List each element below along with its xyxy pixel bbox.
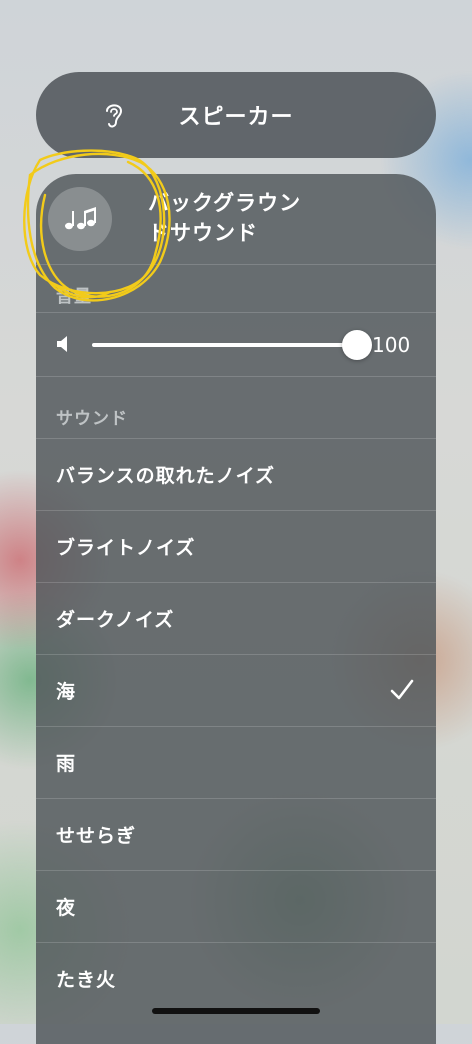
sound-option-rain[interactable]: 雨 [36, 726, 436, 798]
volume-slider-thumb[interactable] [342, 330, 372, 360]
volume-value: 100 [372, 333, 411, 357]
sound-option-label: 雨 [56, 753, 77, 775]
speaker-title: スピーカー [178, 105, 294, 130]
background-sounds-title: バックグラウン ドサウンド [148, 188, 348, 248]
volume-slider-track[interactable] [92, 343, 358, 347]
sound-option-label: バランスの取れたノイズ [56, 465, 276, 487]
sound-option-bright-noise[interactable]: ブライトノイズ [36, 510, 436, 582]
sound-option-label: ブライトノイズ [56, 537, 196, 559]
background-sounds-toggle[interactable] [48, 187, 112, 251]
sound-option-label: せせらぎ [56, 825, 137, 847]
sound-option-night[interactable]: 夜 [36, 870, 436, 942]
title-line-2: ドサウンド [148, 221, 258, 245]
volume-slider-row: 100 [36, 312, 436, 376]
checkmark-icon [390, 679, 414, 700]
speaker-output-card[interactable]: スピーカー [36, 72, 436, 158]
title-line-1: バックグラウン [148, 191, 302, 215]
ear-icon [106, 104, 123, 128]
divider [36, 376, 436, 377]
music-notes-icon [65, 207, 96, 230]
speaker-icon [57, 336, 67, 352]
divider [36, 264, 436, 265]
sound-option-dark-noise[interactable]: ダークノイズ [36, 582, 436, 654]
sound-option-label: たき火 [56, 969, 117, 991]
sound-option-label: 海 [56, 681, 77, 703]
volume-label: 音量 [56, 287, 92, 307]
sound-option-stream[interactable]: せせらぎ [36, 798, 436, 870]
home-indicator[interactable] [152, 1008, 320, 1014]
sound-option-label: 夜 [56, 897, 77, 919]
sound-option-fire[interactable]: たき火 [36, 942, 436, 1014]
background-sounds-panel: バックグラウン ドサウンド 音量 100 サウンド バランスの取れたノイズ ブラ… [36, 174, 436, 1044]
sound-option-ocean[interactable]: 海 [36, 654, 436, 726]
sounds-label: サウンド [56, 409, 128, 429]
sound-option-balanced-noise[interactable]: バランスの取れたノイズ [36, 438, 436, 510]
sound-option-label: ダークノイズ [56, 609, 175, 631]
sound-list: バランスの取れたノイズ ブライトノイズ ダークノイズ 海 雨 せせらぎ 夜 たき… [36, 438, 436, 1014]
